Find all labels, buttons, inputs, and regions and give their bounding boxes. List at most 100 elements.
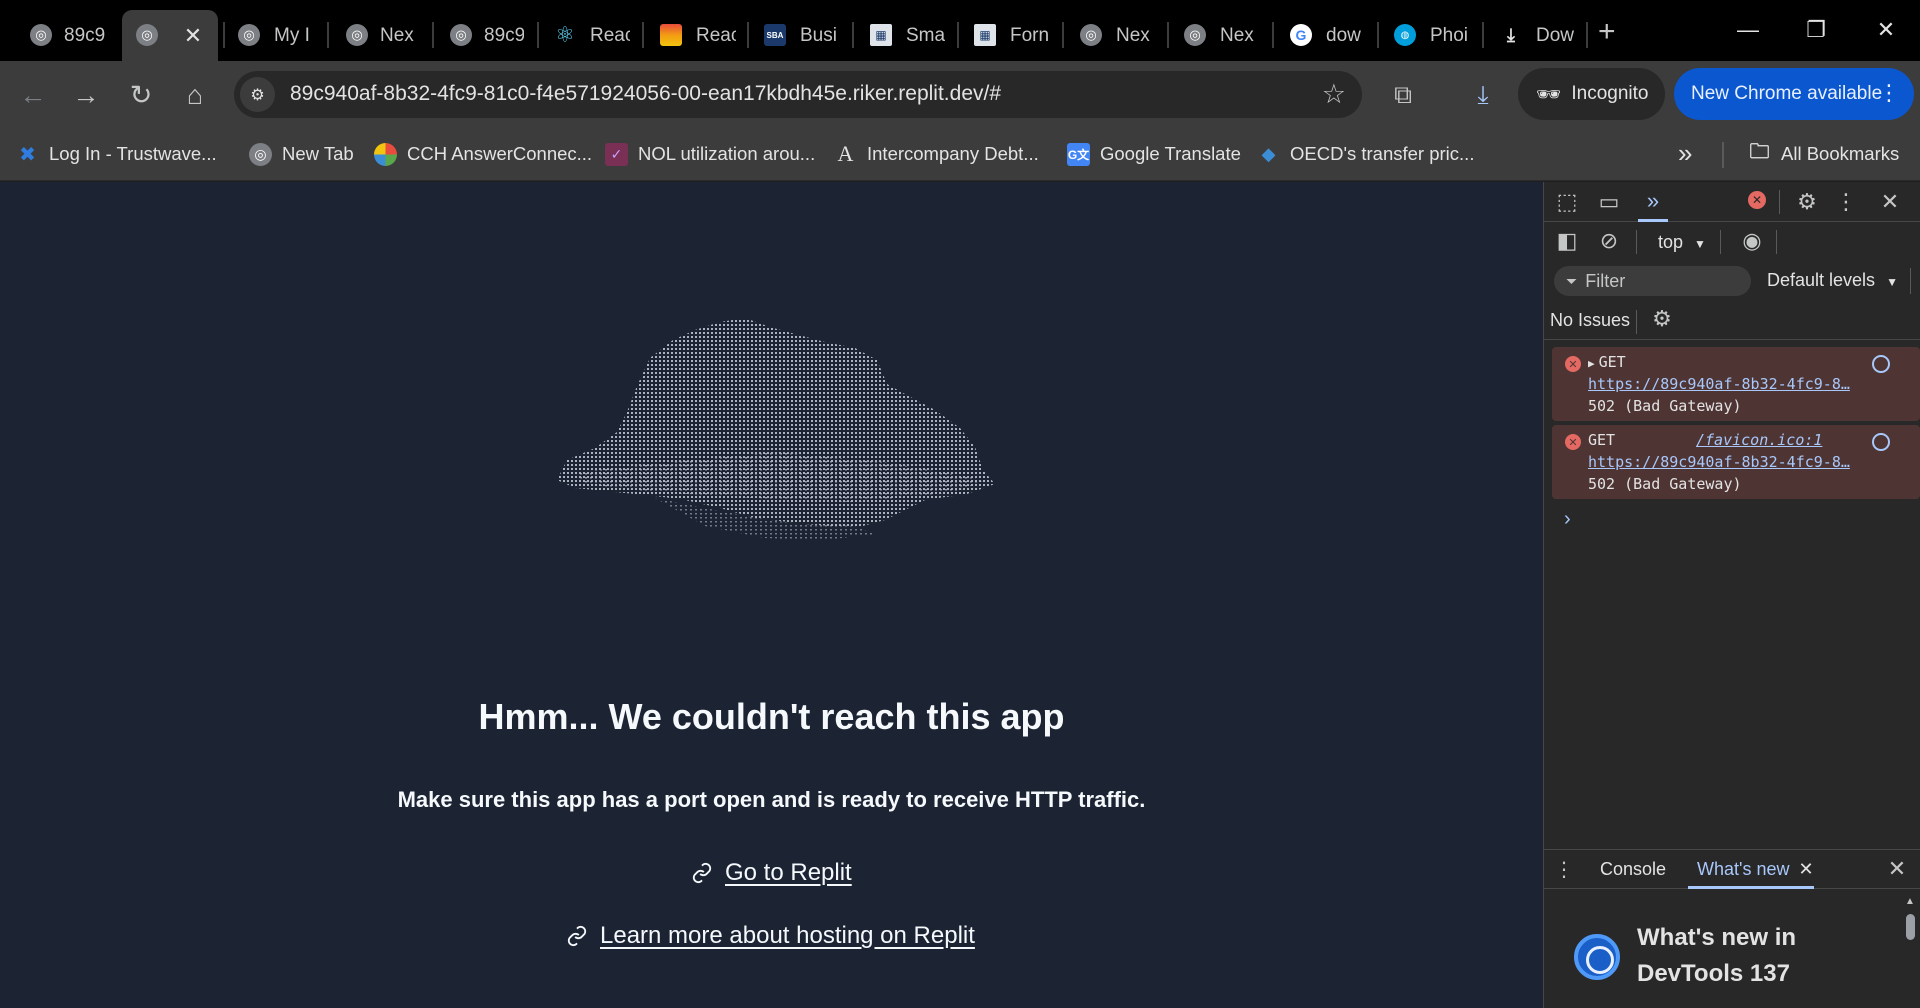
form-icon: ▦	[870, 24, 892, 46]
network-request-icon[interactable]	[1872, 433, 1890, 451]
bookmark-oecd[interactable]: ◆ OECD's transfer pric...	[1257, 140, 1475, 168]
globe-icon: ◎	[249, 142, 272, 166]
browser-tab[interactable]: ◎ 89c9	[0, 10, 110, 61]
devtools-drawer-tabs: ⋮ Console What's new ✕ ✕	[1544, 849, 1920, 889]
bookmarks-bar: ✖ Log In - Trustwave... ◎ New Tab CCH An…	[0, 128, 1920, 181]
clear-console-icon[interactable]: ⊘	[1596, 228, 1622, 254]
drawer-menu-icon[interactable]: ⋮	[1554, 857, 1574, 881]
browser-tab[interactable]: ▦ Forn	[946, 10, 1050, 61]
close-tab-icon[interactable]: ✕	[1799, 859, 1814, 879]
browser-tab[interactable]: ◍ Phoi	[1366, 10, 1470, 61]
more-bookmarks-chevron-icon[interactable]: »	[1678, 138, 1692, 169]
whats-new-heading: What's new in DevTools 137	[1637, 924, 1797, 987]
bookmark-trustwave[interactable]: ✖ Log In - Trustwave...	[16, 140, 217, 168]
link-icon	[692, 862, 712, 884]
log-levels-dropdown[interactable]: Default levels ▼	[1767, 270, 1898, 291]
error-count-icon[interactable]: ✕	[1748, 191, 1766, 209]
scroll-up-arrow-icon[interactable]: ▲	[1905, 896, 1915, 907]
browser-tab[interactable]: SBA Busi	[736, 10, 840, 61]
browser-tab[interactable]: ◎ 89c9	[420, 10, 524, 61]
browser-tab[interactable]: ◎ My I	[212, 10, 312, 61]
inspect-element-icon[interactable]: ⬚	[1554, 189, 1580, 215]
back-button[interactable]: ←	[15, 77, 51, 113]
browser-tab[interactable]: ⚛ Reac	[526, 10, 630, 61]
address-bar[interactable]: ⚙ 89c940af-8b32-4fc9-81c0-f4e571924056-0…	[234, 71, 1362, 118]
close-tab-icon[interactable]: ✕	[180, 23, 206, 49]
toolbar-divider	[1636, 310, 1637, 334]
bookmark-star-icon[interactable]: ☆	[1322, 79, 1346, 110]
console-error-message[interactable]: ✕ ▶ GET https://89c940af-8b32-4fc9-8… 502…	[1552, 347, 1920, 421]
console-prompt-chevron-icon[interactable]: ›	[1564, 508, 1571, 531]
all-bookmarks-button[interactable]: 🗀 All Bookmarks	[1748, 140, 1900, 168]
context-selector[interactable]: top ▼	[1658, 232, 1706, 253]
browser-tab[interactable]: ◎ Nex	[1052, 10, 1156, 61]
browser-tab[interactable]: ◎ Nex	[1156, 10, 1260, 61]
new-chrome-available-button[interactable]: New Chrome available ⋮	[1674, 68, 1914, 120]
more-panels-chevron-icon[interactable]: »	[1640, 187, 1666, 215]
url-text[interactable]: 89c940af-8b32-4fc9-81c0-f4e571924056-00-…	[290, 82, 1001, 106]
drawer-tab-whats-new[interactable]: What's new ✕	[1697, 859, 1814, 880]
browser-tab[interactable]: ⤓ Dow	[1472, 10, 1576, 61]
sidebar-toggle-icon[interactable]: ◧	[1554, 228, 1580, 254]
request-url-link[interactable]: https://89c940af-8b32-4fc9-8…	[1588, 375, 1850, 393]
console-error-message[interactable]: ✕ GET /favicon.ico:1 https://89c940af-8b…	[1552, 425, 1920, 499]
devtools-logo-icon	[1574, 934, 1620, 980]
globe-icon: ◎	[136, 24, 158, 46]
google-icon: G	[1290, 24, 1312, 46]
browser-tab[interactable]: Reac	[632, 10, 736, 61]
request-url-link[interactable]: https://89c940af-8b32-4fc9-8…	[1588, 453, 1850, 471]
minimize-button[interactable]: —	[1728, 12, 1768, 48]
tab-strip: ◎ 89c9 ◎ ✕ ◎ My I ◎ Nex ◎ 89c9 ⚛ Reac Re…	[0, 0, 1920, 61]
no-issues-label[interactable]: No Issues	[1550, 310, 1630, 331]
a-logo-icon: A	[837, 141, 854, 166]
globe-icon: ◎	[1184, 24, 1206, 46]
globe-icon: ◎	[450, 24, 472, 46]
browser-tab-active[interactable]: ◎ ✕	[122, 10, 218, 61]
downloads-icon[interactable]: ⤓	[1465, 77, 1501, 113]
rainbow-icon	[660, 24, 682, 46]
incognito-badge[interactable]: 🕶 Incognito	[1518, 68, 1665, 120]
device-toolbar-icon[interactable]: ▭	[1596, 189, 1622, 215]
restore-button[interactable]: ❐	[1796, 12, 1836, 48]
bookmark-new-tab[interactable]: ◎ New Tab	[249, 140, 354, 168]
bookmark-google-translate[interactable]: G文 Google Translate	[1067, 140, 1241, 168]
learn-hosting-link[interactable]: Learn more about hosting on Replit	[566, 922, 975, 950]
download-icon: ⤓	[1507, 24, 1515, 45]
browser-tab[interactable]: ▦ Sma	[842, 10, 946, 61]
request-method: GET	[1588, 431, 1616, 449]
incognito-icon: 🕶	[1536, 83, 1562, 106]
tab-search-icon[interactable]: ⧉	[1385, 77, 1421, 113]
site-info-icon[interactable]: ⚙	[240, 77, 275, 112]
forward-button[interactable]: →	[68, 77, 104, 113]
home-button[interactable]: ⌂	[177, 77, 213, 113]
devtools-menu-icon[interactable]: ⋮	[1835, 188, 1857, 216]
browser-tab[interactable]: ◎ Nex	[316, 10, 416, 61]
console-filter-input[interactable]: ⏷ Filter	[1554, 266, 1751, 296]
network-request-icon[interactable]	[1872, 355, 1890, 373]
toolbar-divider	[1720, 230, 1721, 254]
bookmark-cch[interactable]: CCH AnswerConnec...	[374, 140, 592, 168]
bookmark-intercompany[interactable]: A Intercompany Debt...	[834, 140, 1039, 168]
close-drawer-icon[interactable]: ✕	[1884, 856, 1910, 882]
scrollbar-thumb[interactable]	[1906, 914, 1915, 940]
close-window-button[interactable]: ✕	[1866, 12, 1906, 48]
reload-button[interactable]: ↻	[123, 77, 159, 113]
close-devtools-icon[interactable]: ✕	[1876, 188, 1904, 216]
browser-tab[interactable]: G dow	[1262, 10, 1366, 61]
translate-icon: G文	[1067, 142, 1090, 166]
drawer-tab-console[interactable]: Console	[1600, 859, 1666, 880]
toolbar-divider	[1910, 268, 1911, 294]
settings-gear-icon[interactable]: ⚙	[1793, 188, 1821, 216]
bookmarks-separator	[1722, 142, 1724, 168]
drawer-scrollbar[interactable]: ▲	[1902, 892, 1918, 1008]
link-icon	[567, 925, 587, 947]
source-link[interactable]: /favicon.ico:1	[1696, 431, 1822, 449]
live-expression-eye-icon[interactable]: ◉	[1736, 228, 1768, 254]
toolbar-divider	[1779, 190, 1780, 214]
bookmark-nol[interactable]: ✓ NOL utilization arou...	[605, 140, 815, 168]
form-icon: ▦	[974, 24, 996, 46]
go-to-replit-link[interactable]: Go to Replit	[691, 859, 852, 887]
new-tab-button[interactable]: +	[1598, 15, 1616, 49]
expand-arrow-icon[interactable]: ▶	[1588, 357, 1595, 370]
console-settings-gear-icon[interactable]: ⚙	[1649, 306, 1675, 332]
